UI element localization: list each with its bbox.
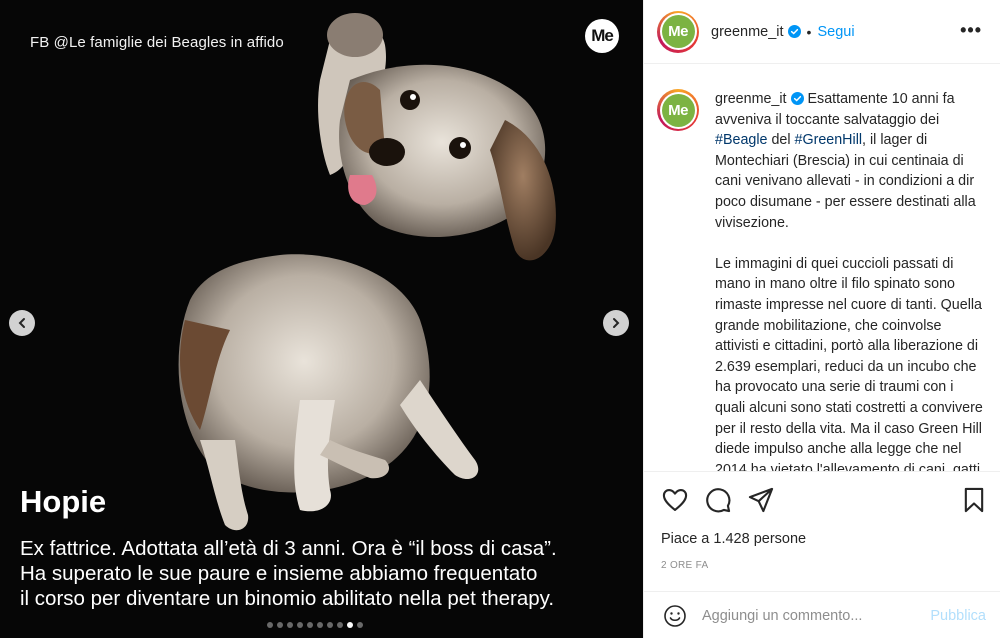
carousel-dot <box>327 622 333 628</box>
publish-button[interactable]: Pubblica <box>930 608 986 624</box>
carousel-next-button[interactable] <box>603 310 629 336</box>
avatar[interactable]: Me <box>657 89 699 131</box>
post-media[interactable]: FB @Le famiglie dei Beagles in affido Me… <box>0 0 643 638</box>
send-icon <box>748 487 774 513</box>
dog-name-title: Hopie <box>20 484 107 519</box>
separator-dot: • <box>806 23 812 40</box>
brand-badge: Me <box>585 19 619 53</box>
heart-icon <box>662 489 688 511</box>
save-button[interactable] <box>960 486 988 514</box>
photo-caption-line: Ex fattrice. Adottata all’età di 3 anni.… <box>20 537 557 560</box>
carousel-dot <box>317 622 323 628</box>
like-button[interactable] <box>661 486 689 514</box>
comment-button[interactable] <box>704 486 732 514</box>
avatar-logo: Me <box>661 15 695 48</box>
emoji-icon[interactable] <box>663 604 687 628</box>
photo-caption-line: Ha superato le sue paure e insieme abbia… <box>20 562 538 585</box>
header-username[interactable]: greenme_it <box>711 24 801 40</box>
caption-text: greenme_it Esattamente 10 anni fa avveni… <box>715 89 987 471</box>
post-header: Me greenme_it • Segui ••• <box>644 0 1000 64</box>
chevron-left-icon <box>18 318 25 328</box>
comment-input[interactable] <box>702 604 912 628</box>
carousel-dot <box>347 622 353 628</box>
verified-badge-icon <box>790 92 804 105</box>
comments-area[interactable]: Me greenme_it Esattamente 10 anni fa avv… <box>644 65 1000 471</box>
carousel-dot <box>337 622 343 628</box>
verified-badge-icon <box>787 24 801 38</box>
carousel-prev-button[interactable] <box>9 310 35 336</box>
avatar-ring: Me <box>659 91 697 129</box>
chevron-right-icon <box>613 318 620 328</box>
avatar[interactable]: Me <box>657 10 699 53</box>
likes-count[interactable]: Piace a 1.428 persone <box>661 531 806 547</box>
photo-caption: Ex fattrice. Adottata all’età di 3 anni.… <box>20 536 630 611</box>
carousel-dot <box>287 622 293 628</box>
photo-credit: FB @Le famiglie dei Beagles in affido <box>30 34 284 51</box>
carousel-dot <box>307 622 313 628</box>
avatar-ring: Me <box>659 13 697 50</box>
follow-button[interactable]: Segui <box>817 24 854 40</box>
username-text: greenme_it <box>711 23 784 40</box>
caption-comment: Me greenme_it Esattamente 10 anni fa avv… <box>657 89 1000 471</box>
carousel-dot <box>357 622 363 628</box>
comment-icon <box>706 488 731 513</box>
caption-username[interactable]: greenme_it <box>715 91 787 107</box>
carousel-dot <box>267 622 273 628</box>
comment-composer: Pubblica <box>644 591 1000 638</box>
hashtag-link[interactable]: #GreenHill <box>795 132 863 148</box>
carousel-dot <box>297 622 303 628</box>
carousel-indicator <box>267 622 363 628</box>
bookmark-icon <box>964 487 984 513</box>
more-options-button[interactable]: ••• <box>960 20 982 41</box>
more-icon: ••• <box>960 20 982 40</box>
photo-caption-line: il corso per diventare un binomio abilit… <box>20 587 555 610</box>
caption-paragraph: Le immagini di quei cuccioli passati di … <box>715 255 983 471</box>
post-side-panel: Me greenme_it • Segui ••• Me greenme_it … <box>643 0 1000 638</box>
caption-part: del <box>767 132 795 149</box>
post-actions: Piace a 1.428 persone 2 ORE FA <box>644 471 1000 591</box>
carousel-dot <box>277 622 283 628</box>
share-button[interactable] <box>747 486 775 514</box>
hashtag-link[interactable]: #Beagle <box>715 132 767 148</box>
post-timestamp: 2 ORE FA <box>661 560 709 571</box>
avatar-logo: Me <box>661 93 695 127</box>
